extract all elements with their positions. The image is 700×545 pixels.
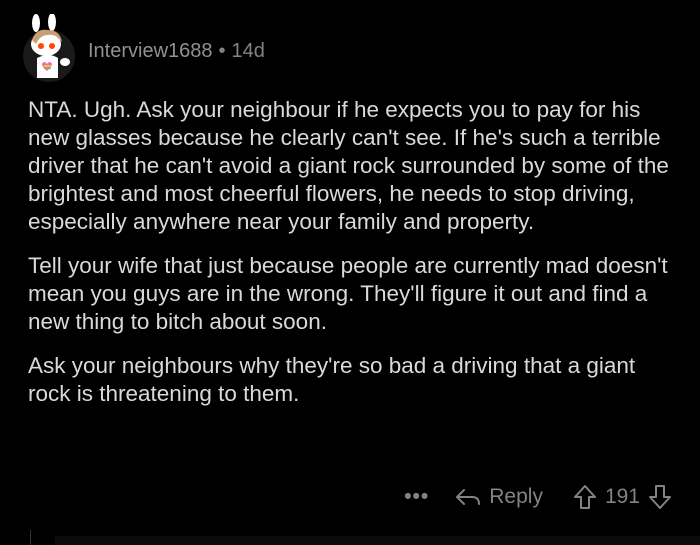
comment-paragraph: Ask your neighbours why they're so bad a… (28, 353, 636, 406)
comment-header: Interview1688 • 14d (88, 38, 265, 64)
downvote-arrow-icon[interactable] (648, 484, 672, 510)
meta-separator: • (218, 40, 226, 62)
vote-controls: 191 (573, 484, 672, 510)
comment-body: NTA. Ugh. Ask your neighbour if he expec… (28, 96, 678, 424)
comment-age: 14d (231, 40, 265, 62)
comment: Interview1688 • 14d NTA. Ugh. Ask your nei… (0, 0, 700, 545)
more-options-icon[interactable]: ••• (404, 485, 429, 509)
avatar[interactable] (22, 13, 76, 84)
author-username[interactable]: Interview1688 (88, 40, 213, 62)
snoo-avatar-icon (23, 13, 75, 82)
reply-label: Reply (489, 485, 543, 508)
comment-paragraph: NTA. Ugh. Ask your neighbour if he expec… (28, 97, 669, 234)
reply-button[interactable]: Reply (455, 485, 543, 509)
upvote-arrow-icon[interactable] (573, 484, 597, 510)
vote-count: 191 (604, 485, 640, 508)
comment-actions: ••• Reply 191 (404, 481, 672, 513)
comment-paragraph: Tell your wife that just because people … (28, 253, 668, 334)
thread-line[interactable] (30, 530, 31, 545)
reply-arrow-icon (456, 489, 481, 505)
next-comment-edge (55, 536, 700, 545)
